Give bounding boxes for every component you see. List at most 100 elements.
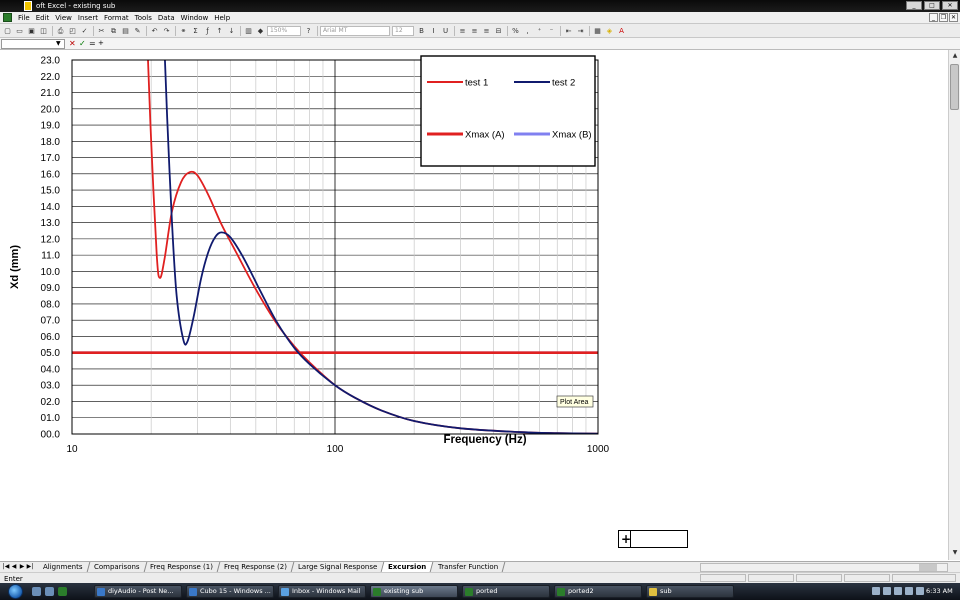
paste-icon[interactable]: ▤ — [120, 26, 131, 36]
align-center-icon[interactable]: ≡ — [469, 26, 480, 36]
minimize-button[interactable]: _ — [906, 1, 922, 10]
tray-icon[interactable] — [916, 587, 924, 595]
chart-wizard-icon[interactable]: ▥ — [243, 26, 254, 36]
font-size-select[interactable]: 12 — [392, 25, 414, 36]
menu-format[interactable]: Format — [101, 14, 132, 22]
underline-button[interactable]: U — [440, 26, 451, 36]
help-icon[interactable]: ? — [303, 26, 314, 36]
worksheet-area[interactable]: 00.0 01.0 02.0 03.0 04.0 05.0 06.0 07.0 08.0 09.0… — [0, 50, 948, 560]
sheet-tab-freq-response-2[interactable]: Freq Response (2) — [217, 562, 295, 572]
excel-app-icon[interactable] — [24, 1, 32, 11]
chart-legend[interactable]: test 1 test 2 Xmax (A) Xmax (B) — [420, 55, 596, 167]
show-desktop-icon[interactable] — [32, 587, 41, 596]
autosum-icon[interactable]: Σ — [190, 26, 201, 36]
zoom-select[interactable]: 150% — [267, 25, 301, 36]
sheet-tab-transfer-function[interactable]: Transfer Function — [431, 562, 506, 572]
task-ported2[interactable]: ported2 — [554, 585, 642, 598]
decrease-decimal-icon[interactable]: ⁻ — [546, 26, 557, 36]
task-ported[interactable]: ported — [462, 585, 550, 598]
enter-entry-button[interactable]: ✓ — [79, 39, 86, 48]
sheet-tab-excursion[interactable]: Excursion — [381, 562, 434, 572]
copy-icon[interactable]: ⧉ — [108, 26, 119, 36]
increase-indent-icon[interactable]: ⇥ — [575, 26, 586, 36]
drawing-icon[interactable]: ◆ — [255, 26, 266, 36]
align-left-icon[interactable]: ≡ — [457, 26, 468, 36]
workbook-minimize-button[interactable]: _ — [929, 13, 938, 22]
sort-ascending-icon[interactable]: ↑ — [214, 26, 225, 36]
chevron-down-icon[interactable]: ▼ — [56, 40, 61, 47]
task-cubo[interactable]: Cubo 15 - Windows ... — [186, 585, 274, 598]
menu-file[interactable]: File — [15, 14, 33, 22]
workbook-close-button[interactable]: ✕ — [949, 13, 958, 22]
prev-sheet-icon[interactable]: ◀ — [10, 563, 18, 571]
cancel-entry-button[interactable]: ✕ — [69, 39, 76, 48]
task-existing-sub[interactable]: existing sub — [370, 585, 458, 598]
italic-button[interactable]: I — [428, 26, 439, 36]
active-cell-editor[interactable]: + — [618, 530, 688, 548]
scroll-up-icon[interactable]: ▲ — [950, 51, 960, 61]
permission-icon[interactable]: ◫ — [38, 26, 49, 36]
task-inbox[interactable]: Inbox - Windows Mail — [278, 585, 366, 598]
function-icon[interactable]: ƒ — [202, 26, 213, 36]
maximize-button[interactable]: □ — [924, 1, 940, 10]
bold-button[interactable]: B — [416, 26, 427, 36]
hscroll-thumb[interactable] — [919, 564, 937, 571]
redo-icon[interactable]: ↷ — [161, 26, 172, 36]
next-sheet-icon[interactable]: ▶ — [18, 563, 26, 571]
tray-icon[interactable] — [883, 587, 891, 595]
insert-function-button[interactable]: = — [89, 39, 96, 48]
excel-launch-icon[interactable] — [58, 587, 67, 596]
excursion-chart[interactable]: 00.0 01.0 02.0 03.0 04.0 05.0 06.0 07.0 08.0 09.0… — [0, 50, 948, 560]
save-icon[interactable]: ▣ — [26, 26, 37, 36]
print-icon[interactable]: ⎙ — [55, 26, 66, 36]
menu-data[interactable]: Data — [155, 14, 178, 22]
increase-decimal-icon[interactable]: ⁺ — [534, 26, 545, 36]
sort-descending-icon[interactable]: ↓ — [226, 26, 237, 36]
format-painter-icon[interactable]: ✎ — [132, 26, 143, 36]
workbook-restore-button[interactable]: ❐ — [939, 13, 948, 22]
sheet-tab-alignments[interactable]: Alignments — [36, 562, 90, 572]
scroll-thumb[interactable] — [950, 64, 959, 110]
cut-icon[interactable]: ✂ — [96, 26, 107, 36]
undo-icon[interactable]: ↶ — [149, 26, 160, 36]
merge-center-icon[interactable]: ⊟ — [493, 26, 504, 36]
fill-color-icon[interactable]: ◈ — [604, 26, 615, 36]
decrease-indent-icon[interactable]: ⇤ — [563, 26, 574, 36]
menu-edit[interactable]: Edit — [33, 14, 53, 22]
tray-icon[interactable] — [872, 587, 880, 595]
sheet-tab-freq-response-1[interactable]: Freq Response (1) — [143, 562, 221, 572]
font-color-icon[interactable]: A — [616, 26, 627, 36]
menu-window[interactable]: Window — [178, 14, 212, 22]
tray-icon[interactable] — [905, 587, 913, 595]
first-sheet-icon[interactable]: |◀ — [2, 563, 10, 571]
x-tick-label: 100 — [327, 444, 344, 455]
task-sub[interactable]: sub — [646, 585, 734, 598]
percent-icon[interactable]: % — [510, 26, 521, 36]
workbook-icon[interactable] — [3, 13, 12, 22]
menu-help[interactable]: Help — [211, 14, 233, 22]
formula-input[interactable]: + — [98, 39, 948, 49]
new-icon[interactable]: ▢ — [2, 26, 13, 36]
align-right-icon[interactable]: ≡ — [481, 26, 492, 36]
switch-windows-icon[interactable] — [45, 587, 54, 596]
sheet-tab-comparisons[interactable]: Comparisons — [87, 562, 147, 572]
font-select[interactable]: Arial MT — [320, 25, 390, 36]
print-preview-icon[interactable]: ◰ — [67, 26, 78, 36]
spelling-icon[interactable]: ✓ — [79, 26, 90, 36]
borders-icon[interactable]: ▦ — [592, 26, 603, 36]
last-sheet-icon[interactable]: ▶| — [26, 563, 34, 571]
comma-icon[interactable]: , — [522, 26, 533, 36]
menu-view[interactable]: View — [52, 14, 75, 22]
horizontal-scrollbar[interactable] — [700, 563, 948, 572]
close-button[interactable]: ✕ — [942, 1, 958, 10]
vertical-scrollbar[interactable]: ▲ ▼ — [948, 50, 960, 560]
menu-tools[interactable]: Tools — [132, 14, 155, 22]
sheet-tab-large-signal-response[interactable]: Large Signal Response — [291, 562, 385, 572]
tray-icon[interactable] — [894, 587, 902, 595]
task-diyaudio[interactable]: diyAudio - Post Ne... — [94, 585, 182, 598]
hyperlink-icon[interactable]: ⚭ — [178, 26, 189, 36]
open-icon[interactable]: ▭ — [14, 26, 25, 36]
start-button[interactable] — [8, 584, 23, 599]
scroll-down-icon[interactable]: ▼ — [950, 548, 960, 558]
menu-insert[interactable]: Insert — [75, 14, 101, 22]
